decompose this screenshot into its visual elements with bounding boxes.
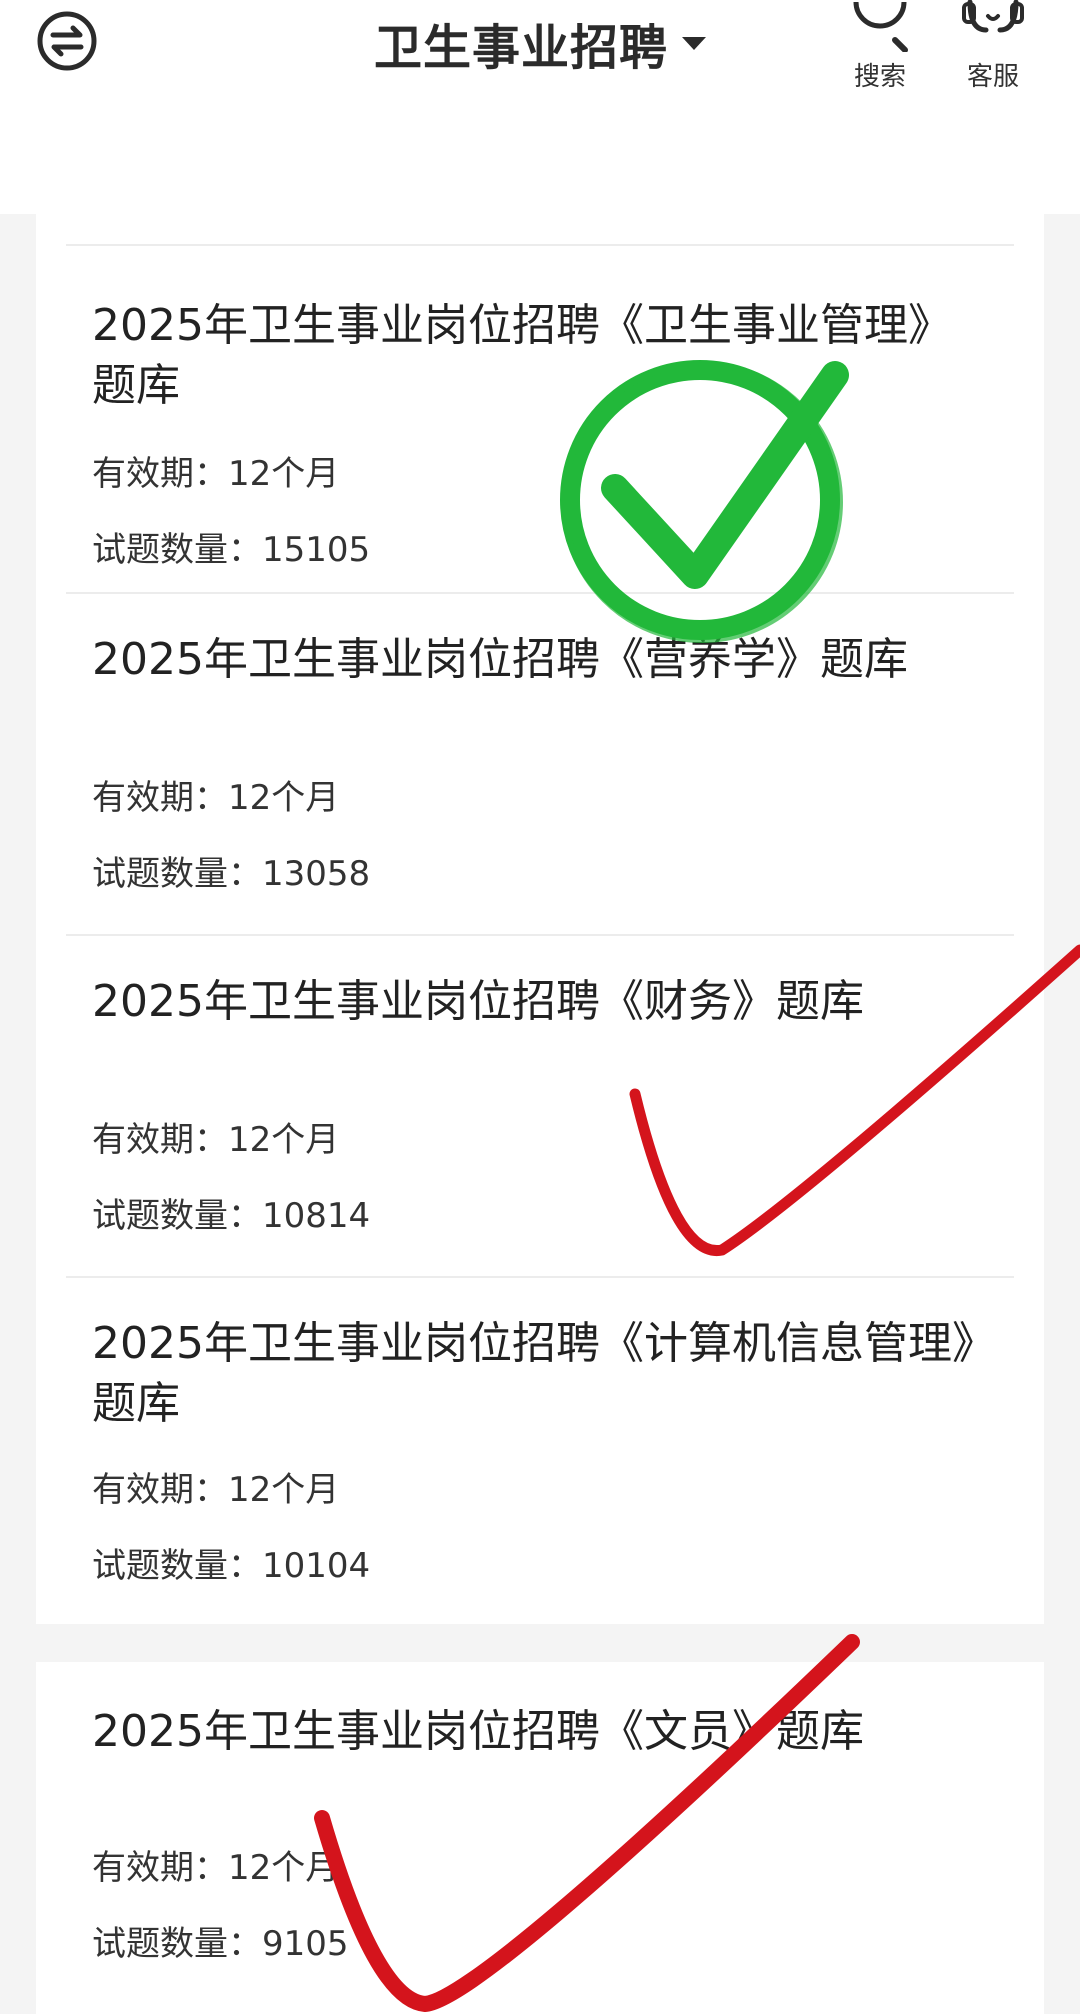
headset-icon [962,0,1024,33]
validity-value: 12个月 [228,778,340,818]
validity: 有效期：12个月 [92,1112,339,1161]
customer-service-label: 客服 [966,62,1019,92]
count-label: 试题数量： [92,854,262,894]
list-item[interactable]: 2025年卫生事业岗位招聘《营养学》题库 有效期：12个月 试题数量：13058 [66,594,1014,934]
item-title: 2025年卫生事业岗位招聘《计算机信息管理》题库 [92,1318,974,1429]
search-label: 搜索 [853,62,906,92]
count-value: 10814 [262,1196,371,1236]
validity-label: 有效期： [92,1848,228,1888]
validity-value: 12个月 [228,1848,340,1888]
question-bank-list-2: 2025年卫生事业岗位招聘《文员》题库 有效期：12个月 试题数量：9105 [36,1662,1044,2014]
page-title: 卫生事业招聘 [373,20,668,76]
validity: 有效期：12个月 [92,1462,339,1511]
validity-label: 有效期： [92,1120,228,1160]
validity-value: 12个月 [228,1120,340,1160]
count-value: 10104 [262,1546,371,1586]
list-item[interactable]: 2025年卫生事业岗位招聘《文员》题库 有效期：12个月 试题数量：9105 [66,1662,1014,2014]
validity-value: 12个月 [228,1470,340,1510]
validity-label: 有效期： [92,454,228,494]
list-item[interactable]: 2025年卫生事业岗位招聘《计算机信息管理》题库 有效期：12个月 试题数量：1… [66,1278,1014,1624]
validity-label: 有效期： [92,1470,228,1510]
validity: 有效期：12个月 [92,770,339,819]
list-item[interactable]: 2025年卫生事业岗位招聘《卫生事业管理》题库 有效期：12个月 试题数量：15… [66,246,1014,594]
count-label: 试题数量： [92,530,262,570]
count-value: 15105 [262,530,371,570]
customer-service-button[interactable]: 客服 [948,0,1038,93]
question-bank-list: 2025年卫生事业岗位招聘《卫生事业管理》题库 有效期：12个月 试题数量：15… [36,214,1044,1624]
search-icon [853,1,908,52]
count-label: 试题数量： [92,1546,262,1586]
validity: 有效期：12个月 [92,446,339,495]
search-button[interactable]: 搜索 [835,0,925,93]
list-item[interactable]: 2025年卫生事业岗位招聘《财务》题库 有效期：12个月 试题数量：10814 [66,936,1014,1276]
question-count: 试题数量：15105 [92,522,370,571]
question-count: 试题数量：10104 [92,1538,370,1587]
question-count: 试题数量：9105 [92,1916,349,1965]
validity: 有效期：12个月 [92,1840,339,1889]
validity-label: 有效期： [92,778,228,818]
item-title: 2025年卫生事业岗位招聘《文员》题库 [92,1706,864,1757]
item-title: 2025年卫生事业岗位招聘《财务》题库 [92,976,864,1027]
caret-down-icon [682,36,706,50]
count-value: 9105 [262,1924,349,1964]
question-count: 试题数量：13058 [92,846,370,895]
item-title: 2025年卫生事业岗位招聘《卫生事业管理》题库 [92,300,952,411]
question-count: 试题数量：10814 [92,1188,370,1237]
count-value: 13058 [262,854,371,894]
validity-value: 12个月 [228,454,340,494]
item-title: 2025年卫生事业岗位招聘《营养学》题库 [92,634,908,685]
count-label: 试题数量： [92,1196,262,1236]
count-label: 试题数量： [92,1924,262,1964]
top-bar: 卫生事业招聘 搜索 客服 [0,0,1080,214]
